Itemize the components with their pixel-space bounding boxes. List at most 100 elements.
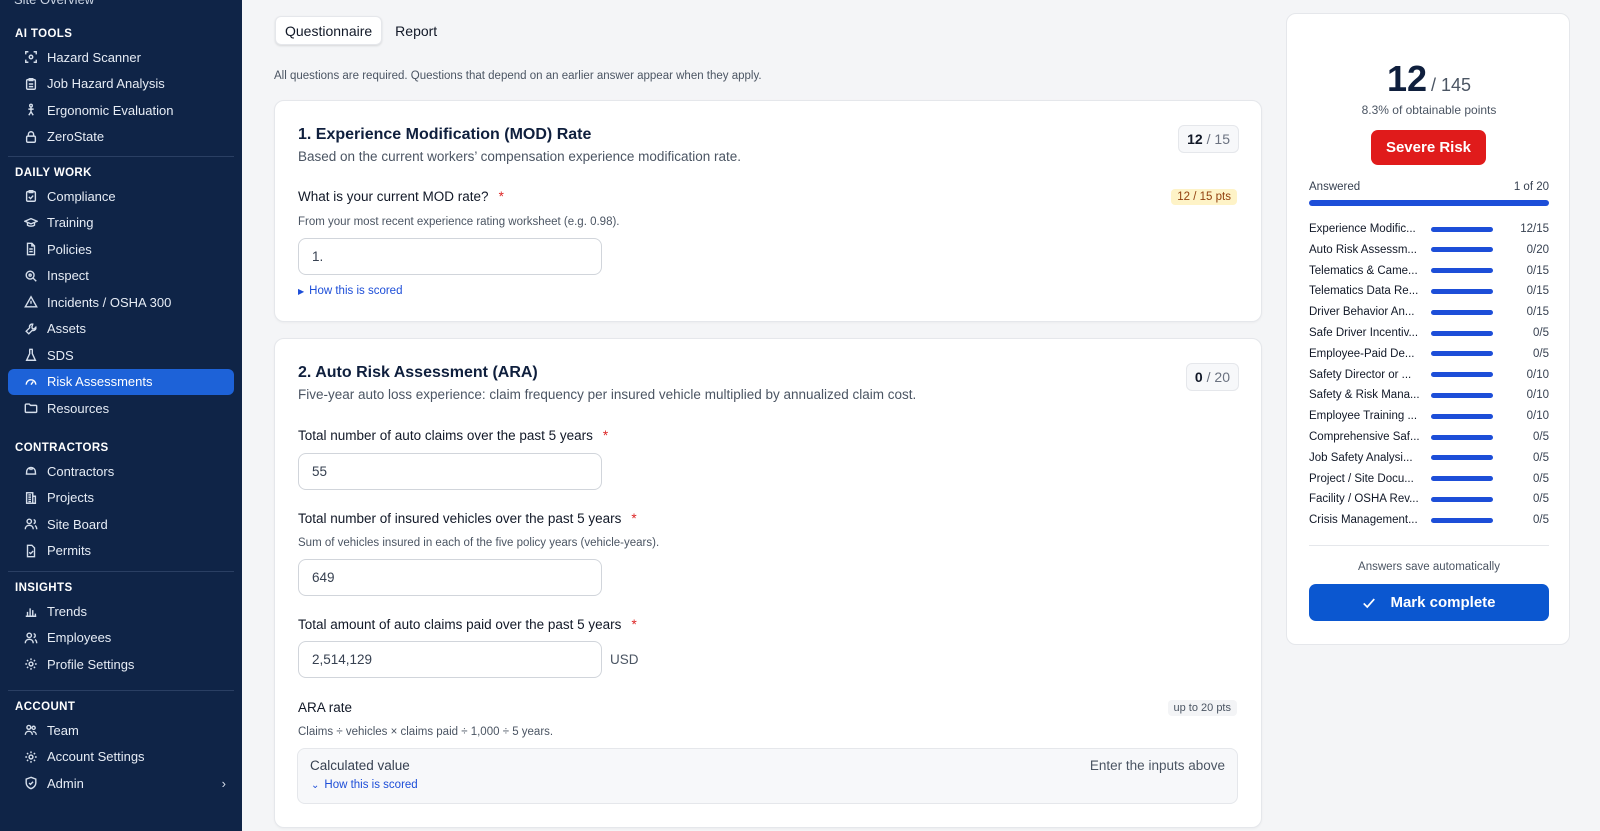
category-row: Employee-Paid De... 0/5 bbox=[1309, 346, 1549, 362]
question-1-description: Based on the current workers’ compensati… bbox=[298, 149, 741, 164]
sidebar-item-ergonomic-evaluation[interactable]: Ergonomic Evaluation bbox=[8, 97, 234, 124]
mod-rate-input[interactable]: 1. bbox=[298, 238, 602, 275]
score-max: / 15 bbox=[1206, 131, 1230, 147]
sidebar-item-label: Admin bbox=[47, 775, 84, 791]
sidebar-divider bbox=[8, 571, 234, 572]
category-name: Telematics Data Re... bbox=[1309, 285, 1419, 298]
ara-rate-label: ARA rate bbox=[298, 700, 353, 715]
ara-formula-hint: Claims ÷ vehicles × claims paid ÷ 1,000 … bbox=[298, 726, 554, 738]
sidebar-item-assets[interactable]: Assets bbox=[8, 316, 234, 343]
answered-progress-bar bbox=[1309, 200, 1549, 206]
sidebar-item-risk-assessments[interactable]: Risk Assessments bbox=[8, 368, 234, 395]
sidebar-item-profile-settings[interactable]: Profile Settings bbox=[8, 651, 234, 678]
category-progress-bar bbox=[1431, 351, 1493, 357]
how-scored-link[interactable]: ▶ How this is scored bbox=[298, 285, 402, 297]
label-text: What is your current MOD rate? bbox=[298, 189, 489, 204]
category-progress-bar bbox=[1431, 372, 1493, 378]
sidebar-item-label: Inspect bbox=[47, 268, 89, 284]
category-name: Facility / OSHA Rev... bbox=[1309, 493, 1419, 506]
category-score: 0/10 bbox=[1526, 389, 1549, 402]
required-marker: * bbox=[631, 617, 637, 632]
category-score: 0/5 bbox=[1533, 493, 1549, 506]
category-score: 0/5 bbox=[1533, 347, 1549, 360]
sidebar-item-sds[interactable]: SDS bbox=[8, 342, 234, 369]
vehicles-label: Total number of insured vehicles over th… bbox=[298, 511, 637, 526]
sidebar-section-title: INSIGHTS bbox=[15, 582, 73, 594]
sidebar-item-admin[interactable]: Admin › bbox=[8, 770, 234, 797]
calculated-value-status: Enter the inputs above bbox=[1089, 758, 1225, 773]
claims-paid-input[interactable]: 2,514,129 bbox=[298, 641, 602, 678]
category-score: 0/5 bbox=[1533, 431, 1549, 443]
hard-hat-icon bbox=[24, 464, 38, 478]
question-2-title: 2. Auto Risk Assessment (ARA) bbox=[298, 364, 538, 381]
category-row: Safety Director or ... 0/10 bbox=[1309, 367, 1549, 383]
category-name: Comprehensive Saf... bbox=[1309, 431, 1420, 443]
points-badge: 12 / 15 pts bbox=[1171, 189, 1237, 205]
category-name: Safety Director or ... bbox=[1309, 368, 1412, 381]
sidebar-item-projects[interactable]: Projects bbox=[8, 485, 234, 512]
answered-row: Answered 1 of 20 bbox=[1309, 181, 1549, 193]
sidebar-item-label: Incidents / OSHA 300 bbox=[47, 294, 172, 310]
sidebar-item-training[interactable]: Training bbox=[8, 210, 234, 237]
category-row: Employee Training ... 0/10 bbox=[1309, 408, 1549, 424]
sidebar-item-label: Ergonomic Evaluation bbox=[47, 102, 174, 118]
how-scored-link[interactable]: ⌄ How this is scored bbox=[311, 779, 418, 791]
tab-report[interactable]: Report bbox=[386, 16, 446, 45]
category-row: Experience Modific... 12/15 bbox=[1309, 221, 1549, 237]
category-name: Job Safety Analysi... bbox=[1309, 451, 1413, 464]
file-check-icon bbox=[24, 544, 38, 558]
answered-progress-fill bbox=[1309, 200, 1549, 206]
category-score: 0/15 bbox=[1526, 264, 1549, 277]
sidebar-section-insights: INSIGHTS Trends Employees Profile Settings bbox=[0, 580, 242, 678]
mod-rate-hint: From your most recent experience rating … bbox=[298, 216, 620, 228]
warning-icon bbox=[24, 295, 38, 309]
sidebar-item-inspect[interactable]: Inspect bbox=[8, 263, 234, 290]
claims-label: Total number of auto claims over the pas… bbox=[298, 428, 608, 443]
category-progress-bar bbox=[1431, 455, 1493, 461]
sidebar-item-label: Training bbox=[47, 215, 94, 231]
sidebar-item-compliance[interactable]: Compliance bbox=[8, 183, 234, 210]
sidebar-item-trends[interactable]: Trends bbox=[8, 598, 234, 625]
category-progress-bar bbox=[1431, 288, 1493, 294]
claims-input[interactable]: 55 bbox=[298, 453, 602, 490]
vehicles-input[interactable]: 649 bbox=[298, 559, 602, 596]
person-icon bbox=[24, 103, 38, 117]
score-value: 12 bbox=[1187, 131, 1203, 147]
sidebar-item-employees[interactable]: Employees bbox=[8, 625, 234, 652]
total-score-max: / 145 bbox=[1431, 75, 1472, 95]
tab-questionnaire[interactable]: Questionnaire bbox=[275, 16, 383, 45]
sidebar-item-account-settings[interactable]: Account Settings bbox=[8, 744, 234, 771]
sidebar-item-zerostate[interactable]: ZeroState bbox=[8, 124, 234, 151]
gear-icon bbox=[24, 657, 38, 671]
sidebar-section-daily-work: DAILY WORK Compliance Training Policies Insp… bbox=[0, 165, 242, 422]
score-max: / 20 bbox=[1206, 369, 1230, 385]
users-icon bbox=[24, 631, 38, 645]
sidebar-item-team[interactable]: Team bbox=[8, 717, 234, 744]
required-marker: * bbox=[602, 428, 609, 443]
document-icon bbox=[24, 242, 38, 256]
sidebar-item-contractors[interactable]: Contractors bbox=[8, 458, 234, 485]
category-name: Employee-Paid De... bbox=[1309, 347, 1415, 360]
sidebar-item-resources[interactable]: Resources bbox=[8, 395, 234, 422]
category-name: Employee Training ... bbox=[1309, 410, 1418, 423]
total-score-value: 12 bbox=[1386, 58, 1427, 99]
sidebar-item-site-board[interactable]: Site Board bbox=[8, 511, 234, 538]
sidebar-item-label: Site Board bbox=[47, 516, 108, 532]
sidebar-item-hazard-scanner[interactable]: Hazard Scanner bbox=[8, 44, 234, 71]
chevron-down-icon: ⌄ bbox=[311, 779, 320, 791]
category-progress-bar bbox=[1431, 392, 1493, 398]
sidebar-item-incidents-osha-300[interactable]: Incidents / OSHA 300 bbox=[8, 289, 234, 316]
category-row: Telematics & Came... 0/15 bbox=[1309, 263, 1549, 279]
category-row: Facility / OSHA Rev... 0/5 bbox=[1309, 491, 1549, 507]
mark-complete-button[interactable]: Mark complete bbox=[1309, 584, 1549, 621]
sidebar-item-site-overview[interactable]: Site Overview bbox=[14, 0, 94, 7]
sidebar-item-label: Permits bbox=[47, 543, 92, 559]
sidebar-item-policies[interactable]: Policies bbox=[8, 236, 234, 263]
sidebar-item-permits[interactable]: Permits bbox=[8, 538, 234, 565]
sidebar-item-job-hazard-analysis[interactable]: Job Hazard Analysis bbox=[8, 71, 234, 98]
sidebar-section-account: ACCOUNT Team Account Settings Admin › bbox=[0, 699, 242, 797]
score-value: 0 bbox=[1194, 369, 1203, 385]
team-icon bbox=[24, 723, 38, 737]
category-row: Job Safety Analysi... 0/5 bbox=[1309, 450, 1549, 466]
sidebar-item-label: Team bbox=[47, 722, 79, 738]
